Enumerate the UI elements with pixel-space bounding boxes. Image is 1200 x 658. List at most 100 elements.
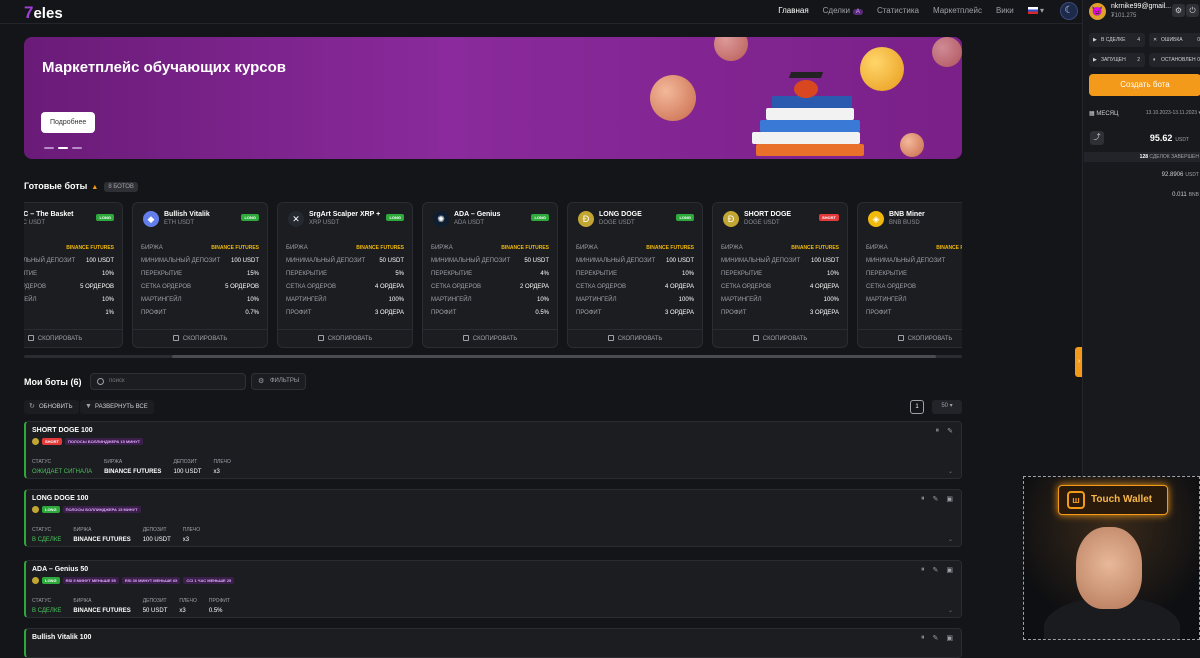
copy-bot-button[interactable]: СКОПИРОВАТЬ: [423, 329, 557, 347]
ready-bot-card[interactable]: ✺ ADA – Genius ADA USDT LONG БИРЖА BINANC…: [422, 202, 558, 348]
pause-icon[interactable]: ⏸: [921, 634, 925, 642]
stat-running[interactable]: ▶ ЗАПУЩЕН 2: [1089, 53, 1145, 67]
banner-dot[interactable]: [44, 147, 54, 149]
my-bot-row[interactable]: LONG DOGE 100 ⏸ ✎ ▣ LONG ПОЛОСЫ БОЛЛИНДЖЕ…: [24, 489, 962, 547]
create-bot-button[interactable]: Создать бота: [1089, 74, 1200, 96]
edit-pencil-icon[interactable]: ✎: [933, 634, 939, 642]
search-input[interactable]: поиск: [90, 373, 246, 390]
binance-logo: BINANCE FUTURES: [73, 537, 131, 543]
stat-in-deal[interactable]: ▶ В СДЕЛКЕ 4: [1089, 33, 1145, 47]
field-exchange: БИРЖА BINANCE FUTURES: [73, 598, 131, 614]
side-tag: LONG: [386, 214, 404, 221]
expand-chevron-icon[interactable]: ⌄: [948, 468, 953, 475]
indicator-tag: ПОЛОСЫ БОЛЛИНДЖЕРА 15 МИНУТ: [65, 438, 144, 445]
field-status: СТАТУС В СДЕЛКЕ: [32, 598, 62, 614]
expand-chevron-icon[interactable]: ⌄: [948, 536, 953, 543]
ready-bots-title[interactable]: Готовые боты ▲ 8 БОТОВ: [24, 181, 138, 192]
expand-chevron-icon[interactable]: ⌄: [948, 607, 953, 614]
stats-icon[interactable]: ▣: [946, 566, 953, 574]
page-number-button[interactable]: 1: [910, 400, 924, 414]
my-bot-row[interactable]: SHORT DOGE 100 ⏸ ✎ SHORT ПОЛОСЫ БОЛЛИНДЖЕ…: [24, 421, 962, 479]
expand-down-icon: ▼: [85, 403, 92, 410]
deals-badge: A: [852, 9, 863, 15]
coin-decoration-icon: [714, 37, 748, 61]
theme-toggle-moon-icon[interactable]: ☾: [1060, 2, 1078, 20]
bot-name: TC – The Basket: [24, 211, 74, 218]
copy-bot-button[interactable]: СКОПИРОВАТЬ: [858, 329, 962, 347]
banner-title: Маркетплейс обучающих курсов: [42, 59, 287, 76]
ready-bot-card[interactable]: ₿ TC – The Basket TC USDT LONG БИРЖАBINA…: [24, 202, 123, 348]
coin-decoration-icon: [932, 37, 962, 67]
side-tag: LONG: [676, 214, 694, 221]
nav-stats[interactable]: Статистика: [877, 6, 919, 15]
filters-button[interactable]: ⚙ ФИЛЬТРЫ: [251, 373, 307, 390]
expand-all-button[interactable]: ▼ РАЗВЕРНУТЬ ВСЕ: [80, 400, 154, 414]
power-icon[interactable]: ⏻: [1186, 4, 1199, 17]
my-bot-row[interactable]: Bullish Vitalik 100 ⏸ ✎ ▣: [24, 628, 962, 658]
nav-wiki[interactable]: Вики: [996, 6, 1014, 15]
copy-bot-button[interactable]: СКОПИРОВАТЬ: [278, 329, 412, 347]
carousel-scrollbar[interactable]: [24, 355, 962, 358]
carousel-scroll-thumb[interactable]: [172, 355, 936, 358]
avatar[interactable]: 👿: [1089, 3, 1106, 20]
ready-bot-card[interactable]: ✕ SrgArt Scalper XRP + XRP USDT LONG БИР…: [277, 202, 413, 348]
copy-bot-button[interactable]: СКОПИРОВАТЬ: [713, 329, 847, 347]
bots-count-badge: 8 БОТОВ: [104, 181, 138, 192]
copy-icon: [27, 335, 34, 342]
copy-icon: [462, 335, 469, 342]
stats-icon[interactable]: ▣: [946, 634, 953, 642]
per-page-select[interactable]: 50 ▾: [932, 400, 962, 414]
collapse-up-icon[interactable]: ▲: [91, 184, 98, 191]
copy-bot-button[interactable]: СКОПИРОВАТЬ: [24, 329, 122, 347]
ready-bots-carousel[interactable]: ₿ TC – The Basket TC USDT LONG БИРЖАBINA…: [24, 202, 962, 348]
pause-icon[interactable]: ⏸: [921, 566, 925, 574]
period-selector[interactable]: ▦ МЕСЯЦ 13.10.2023-13.11.2023 ▾: [1089, 110, 1200, 124]
nav-deals[interactable]: Сделки A: [823, 6, 863, 15]
pause-icon[interactable]: ⏸: [936, 427, 940, 435]
refresh-button[interactable]: ↻ ОБНОВИТЬ: [24, 400, 79, 414]
copy-bot-button[interactable]: СКОПИРОВАТЬ: [568, 329, 702, 347]
metric-bnb: 0.011 BNB: [1172, 192, 1199, 198]
side-tag: LONG: [531, 214, 549, 221]
indicator-tag: RSI 30 МИНУТ МЕНЬШЕ 65: [121, 577, 181, 584]
logo[interactable]: 7eles: [24, 3, 63, 23]
share-icon[interactable]: ⤴: [1090, 131, 1104, 145]
banner-dot[interactable]: [72, 147, 82, 149]
gear-icon[interactable]: ⚙: [1172, 4, 1185, 17]
bot-params: БИРЖАBINANCE FUTURES МИНИМАЛЬНЫЙ ДЕПОЗИТ…: [576, 244, 694, 316]
binance-logo: BINANCE FUTURES: [501, 244, 549, 251]
language-select[interactable]: ▾: [1027, 6, 1044, 15]
ready-bot-card[interactable]: ◆ Bullish Vitalik ETH USDT LONG БИРЖА BIN…: [132, 202, 268, 348]
banner-more-button[interactable]: Подробнее: [41, 112, 96, 133]
stats-icon[interactable]: ▣: [946, 495, 953, 503]
bot-tags: LONG RSI 5 МИНУТ МЕНЬШЕ 55 RSI 30 МИНУТ МЕ…: [32, 577, 235, 584]
coin-decoration-icon: [650, 75, 696, 121]
bot-pair: XRP USDT: [309, 220, 340, 226]
bot-pair: BNB BUSD: [889, 220, 920, 226]
edit-pencil-icon[interactable]: ✎: [933, 566, 939, 574]
per-page-value: 50: [941, 403, 948, 409]
edit-pencil-icon[interactable]: ✎: [947, 427, 953, 435]
edit-pencil-icon[interactable]: ✎: [933, 495, 939, 503]
coin-icon: ✕: [288, 211, 304, 227]
promo-banner[interactable]: Маркетплейс обучающих курсов Подробнее: [24, 37, 962, 159]
ready-bot-card[interactable]: ◈ BNB Miner BNB BUSD БИРЖАBINANCE FUTURE…: [857, 202, 962, 348]
field-profit: ПРОФИТ 0.5%: [208, 598, 231, 614]
stat-stopped[interactable]: ⏸ ОСТАНОВЛЕН 0: [1149, 53, 1200, 67]
copy-bot-button[interactable]: СКОПИРОВАТЬ: [133, 329, 267, 347]
bot-name: Bullish Vitalik: [164, 211, 210, 218]
nav-marketplace[interactable]: Маркетплейс: [933, 6, 982, 15]
refresh-icon: ↻: [29, 403, 35, 410]
stat-error[interactable]: ✕ ОШИБКА 0: [1149, 33, 1200, 47]
pause-icon[interactable]: ⏸: [921, 495, 925, 503]
my-bot-row[interactable]: ADA – Genius 50 ⏸ ✎ ▣ LONG RSI 5 МИНУТ МЕ…: [24, 560, 962, 618]
banner-dot-active[interactable]: [58, 147, 68, 149]
side-tag: LONG: [42, 506, 60, 513]
bot-tags: SHORT ПОЛОСЫ БОЛЛИНДЖЕРА 15 МИНУТ: [32, 438, 144, 445]
bot-pair: DOGE USDT: [599, 220, 635, 226]
nav-main[interactable]: Главная: [778, 6, 808, 15]
ready-bot-card[interactable]: Ð LONG DOGE DOGE USDT LONG БИРЖА BINANCE …: [567, 202, 703, 348]
indicator-tag: RSI 5 МИНУТ МЕНЬШЕ 55: [62, 577, 119, 584]
ready-bot-card[interactable]: Ð SHORT DOGE DOGE USDT SHORT БИРЖА BINANC…: [712, 202, 848, 348]
user-profile[interactable]: 👿 nkrnike99@gmail... ₮101.275 ⚙ ⏻: [1089, 2, 1200, 22]
